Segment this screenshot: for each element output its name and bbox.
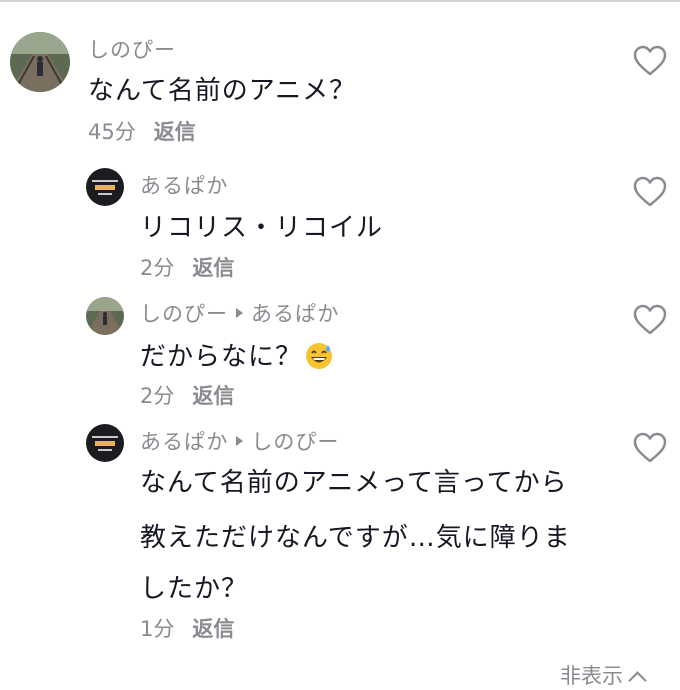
reply-to-author[interactable]: しのぴー xyxy=(251,426,339,456)
reply-to-arrow-icon xyxy=(236,436,244,446)
person-on-bridge-icon xyxy=(86,297,124,335)
comment-author[interactable]: あるぱか xyxy=(140,170,228,200)
comment-meta: 2分 返信 xyxy=(140,252,234,282)
avatar[interactable] xyxy=(86,297,124,335)
avatar[interactable] xyxy=(10,32,70,92)
grinning-sweat-emoji xyxy=(304,341,334,378)
avatar[interactable] xyxy=(86,424,124,462)
comment-author[interactable]: しのぴー あるぱか xyxy=(140,298,339,328)
like-button[interactable] xyxy=(633,304,667,336)
comment-time: 1分 xyxy=(140,617,175,641)
comment-author[interactable]: あるぱか しのぴー xyxy=(140,426,339,456)
heart-outline-icon xyxy=(633,45,667,76)
comment-text: リコリス・リコイル xyxy=(140,213,384,243)
comment-text-line: なんて名前のアニメって言ってから xyxy=(140,468,568,498)
reply-to-arrow-icon xyxy=(236,308,243,318)
like-button[interactable] xyxy=(633,176,667,208)
reply-to-author[interactable]: あるぱか xyxy=(251,298,339,328)
top-divider xyxy=(0,0,680,2)
reply-button[interactable]: 返信 xyxy=(154,120,196,144)
hide-replies-button[interactable]: 非表示 xyxy=(560,660,647,690)
avatar[interactable] xyxy=(86,168,124,206)
comment-text-line: 教えただけなんですが…気に障りま xyxy=(140,523,571,553)
heart-outline-icon xyxy=(633,176,667,207)
comment-time: 45分 xyxy=(88,120,136,144)
like-button[interactable] xyxy=(633,432,667,464)
heart-outline-icon xyxy=(633,432,667,463)
comment-time: 2分 xyxy=(140,256,175,280)
chevron-up-icon xyxy=(628,671,647,690)
reply-button[interactable]: 返信 xyxy=(192,617,234,641)
like-button[interactable] xyxy=(633,45,667,77)
comment-author[interactable]: しのぴー xyxy=(88,34,176,64)
reply-button[interactable]: 返信 xyxy=(192,384,234,408)
anime-title-logo-icon xyxy=(86,424,124,462)
comment-text-line: したか？ xyxy=(140,574,249,604)
reply-button[interactable]: 返信 xyxy=(192,256,234,280)
comment-meta: 2分 返信 xyxy=(140,380,234,410)
comment-time: 2分 xyxy=(140,384,175,408)
heart-outline-icon xyxy=(633,304,667,335)
comment-meta: 45分 返信 xyxy=(88,116,196,146)
comment-text: なんて名前のアニメ？ xyxy=(88,76,357,106)
comment-meta: 1分 返信 xyxy=(140,613,234,643)
anime-title-logo-icon xyxy=(86,168,124,206)
person-on-bridge-icon xyxy=(10,32,70,92)
comment-text: だからなに？ xyxy=(140,336,334,378)
